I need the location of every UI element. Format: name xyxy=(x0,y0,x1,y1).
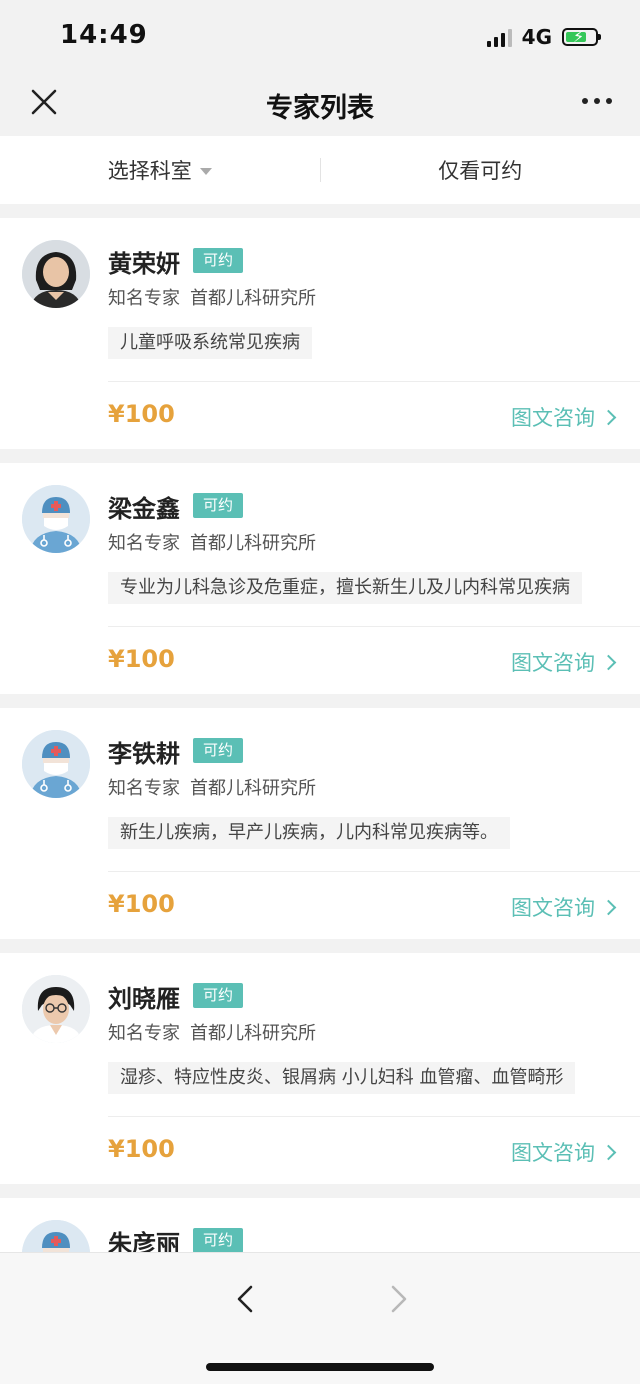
expert-card[interactable]: 梁金鑫 可约 知名专家 首都儿科研究所 专业为儿科急诊及危重症，擅长新生儿及儿内科… xyxy=(0,463,640,694)
doctor-avatar-icon xyxy=(22,1220,90,1252)
status-badge: 可约 xyxy=(193,738,244,763)
chevron-right-icon xyxy=(600,409,617,425)
available-only-label: 仅看可约 xyxy=(438,159,523,183)
consult-price: ¥100 xyxy=(108,890,175,918)
expert-title: 知名专家 xyxy=(108,288,180,309)
consult-price: ¥100 xyxy=(108,400,175,428)
consult-price: ¥100 xyxy=(108,645,175,673)
signal-icon xyxy=(486,27,512,47)
status-badge: 可约 xyxy=(193,1228,244,1252)
expert-hospital: 首都儿科研究所 xyxy=(190,533,316,554)
back-arrow-icon[interactable] xyxy=(226,1279,266,1319)
expert-meta: 知名专家 首都儿科研究所 xyxy=(108,284,316,310)
card-divider xyxy=(108,381,640,382)
expert-card[interactable]: 朱彦丽 可约 xyxy=(0,1198,640,1252)
department-filter-label: 选择科室 xyxy=(107,159,192,183)
consult-button-label: 图文咨询 xyxy=(511,1141,595,1165)
expert-title: 知名专家 xyxy=(108,1023,180,1044)
expert-title: 知名专家 xyxy=(108,778,180,799)
chevron-right-icon xyxy=(600,899,617,915)
consult-button[interactable]: 图文咨询 xyxy=(511,1137,617,1167)
consult-price: ¥100 xyxy=(108,1135,175,1163)
consult-button[interactable]: 图文咨询 xyxy=(511,892,617,922)
consult-button-label: 图文咨询 xyxy=(511,896,595,920)
expert-hospital: 首都儿科研究所 xyxy=(190,778,316,799)
more-options-icon[interactable] xyxy=(582,98,612,104)
doctor-avatar-icon xyxy=(22,485,90,553)
forward-arrow-icon[interactable] xyxy=(378,1279,418,1319)
filter-bar: 选择科室 仅看可约 xyxy=(0,136,640,204)
expert-card[interactable]: 李铁耕 可约 知名专家 首都儿科研究所 新生儿疾病，早产儿疾病，儿内科常见疾病等。… xyxy=(0,708,640,939)
expert-name: 李铁耕 xyxy=(108,740,180,768)
page-title: 专家列表 xyxy=(266,93,374,124)
doctor-avatar-icon xyxy=(22,730,90,798)
department-filter[interactable]: 选择科室 xyxy=(0,155,320,185)
home-indicator[interactable] xyxy=(206,1363,434,1371)
network-type: 4G xyxy=(521,25,552,49)
consult-button[interactable]: 图文咨询 xyxy=(511,402,617,432)
status-badge: 可约 xyxy=(193,248,244,273)
expert-name: 黄荣妍 xyxy=(108,250,180,278)
specialty-tag: 儿童呼吸系统常见疾病 xyxy=(108,327,312,359)
specialty-tag: 专业为儿科急诊及危重症，擅长新生儿及儿内科常见疾病 xyxy=(108,572,582,604)
battery-charging-icon: ⚡ xyxy=(562,27,601,46)
expert-hospital: 首都儿科研究所 xyxy=(190,288,316,309)
specialty-tag: 湿疹、特应性皮炎、银屑病 小儿妇科 血管瘤、血管畸形 xyxy=(108,1062,576,1094)
nav-bar: 专家列表 xyxy=(0,72,640,136)
consult-button-label: 图文咨询 xyxy=(511,406,595,430)
expert-meta: 知名专家 首都儿科研究所 xyxy=(108,774,316,800)
status-bar: 14:49 4G ⚡ xyxy=(0,0,640,72)
status-time: 14:49 xyxy=(60,20,148,50)
expert-hospital: 首都儿科研究所 xyxy=(190,1023,316,1044)
chevron-right-icon xyxy=(600,1144,617,1160)
expert-title: 知名专家 xyxy=(108,533,180,554)
expert-name: 梁金鑫 xyxy=(108,495,180,523)
expert-meta: 知名专家 首都儿科研究所 xyxy=(108,529,316,555)
status-badge: 可约 xyxy=(193,983,244,1008)
expert-card[interactable]: 刘晓雁 可约 知名专家 首都儿科研究所 湿疹、特应性皮炎、银屑病 小儿妇科 血管瘤… xyxy=(0,953,640,1184)
chevron-right-icon xyxy=(600,654,617,670)
expert-card[interactable]: 黄荣妍 可约 知名专家 首都儿科研究所 儿童呼吸系统常见疾病 ¥100 图文咨询 xyxy=(0,218,640,449)
expert-name: 朱彦丽 xyxy=(108,1230,180,1252)
available-only-filter[interactable]: 仅看可约 xyxy=(321,155,640,185)
expert-meta: 知名专家 首都儿科研究所 xyxy=(108,1019,316,1045)
bottom-nav-bar xyxy=(0,1252,640,1384)
consult-button-label: 图文咨询 xyxy=(511,651,595,675)
consult-button[interactable]: 图文咨询 xyxy=(511,647,617,677)
expert-list: 黄荣妍 可约 知名专家首都儿科研究所 儿童呼吸系统常见疾病 ¥100 图文咨询 xyxy=(0,218,640,1252)
card-divider xyxy=(108,1116,640,1117)
status-badge: 可约 xyxy=(193,493,244,518)
card-divider xyxy=(108,626,640,627)
expert-name: 刘晓雁 xyxy=(108,985,180,1013)
status-indicators: 4G ⚡ xyxy=(486,24,601,50)
specialty-tag: 新生儿疾病，早产儿疾病，儿内科常见疾病等。 xyxy=(108,817,510,849)
avatar-photo xyxy=(22,240,90,308)
caret-down-icon xyxy=(199,167,212,175)
avatar-photo xyxy=(22,975,90,1043)
card-divider xyxy=(108,871,640,872)
